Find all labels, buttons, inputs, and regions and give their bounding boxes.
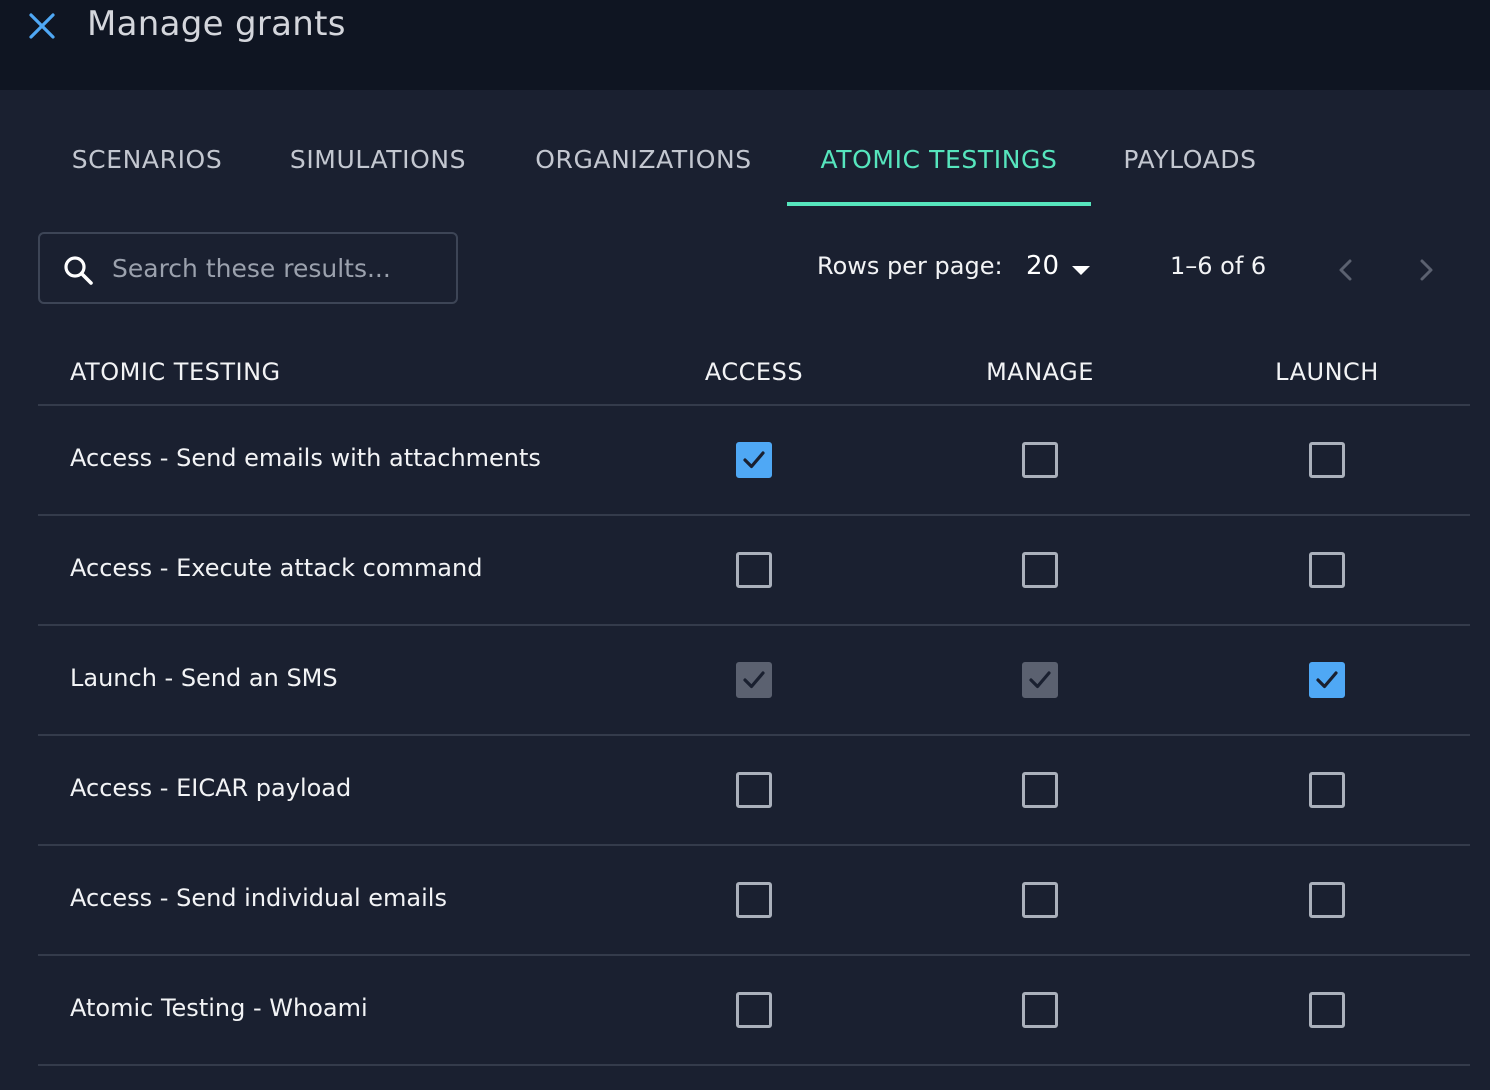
access-checkbox	[736, 662, 772, 698]
table-row: Atomic Testing - Whoami	[38, 956, 1470, 1066]
active-tab-indicator	[787, 202, 1091, 206]
row-name: Access - Execute attack command	[70, 554, 483, 582]
close-icon	[29, 13, 55, 39]
tab-organizations[interactable]: ORGANIZATIONS	[500, 120, 787, 206]
check-icon	[1316, 671, 1338, 689]
search-input[interactable]	[112, 248, 442, 288]
launch-checkbox[interactable]	[1309, 442, 1345, 478]
rows-per-page-value: 20	[1026, 251, 1060, 281]
dialog-title: Manage grants	[87, 4, 346, 44]
column-header-manage: MANAGE	[986, 358, 1094, 386]
access-checkbox[interactable]	[736, 552, 772, 588]
access-checkbox[interactable]	[736, 442, 772, 478]
manage-checkbox[interactable]	[1022, 772, 1058, 808]
tab-bar: SCENARIOS SIMULATIONS ORGANIZATIONS ATOM…	[38, 120, 1338, 206]
rows-per-page-select[interactable]: 20	[1022, 245, 1098, 291]
dialog-header: Manage grants	[0, 0, 1490, 90]
column-header-launch: LAUNCH	[1275, 358, 1379, 386]
search-field[interactable]	[38, 232, 458, 304]
row-name: Access - Send emails with attachments	[70, 444, 541, 472]
manage-checkbox[interactable]	[1022, 552, 1058, 588]
manage-checkbox	[1022, 662, 1058, 698]
check-icon	[743, 671, 765, 689]
launch-checkbox[interactable]	[1309, 662, 1345, 698]
close-button[interactable]	[26, 10, 58, 42]
column-header-atomic-testing: ATOMIC TESTING	[70, 358, 281, 386]
tab-atomic-testings[interactable]: ATOMIC TESTINGS	[787, 120, 1091, 206]
table-row: Access - Send emails with attachments	[38, 406, 1470, 516]
tab-scenarios[interactable]: SCENARIOS	[38, 120, 256, 206]
launch-checkbox[interactable]	[1309, 882, 1345, 918]
caret-down-icon	[1072, 266, 1090, 275]
next-page-button[interactable]	[1408, 252, 1444, 288]
access-checkbox[interactable]	[736, 882, 772, 918]
check-icon	[743, 451, 765, 469]
launch-checkbox[interactable]	[1309, 552, 1345, 588]
table-header: ATOMIC TESTING ACCESS MANAGE LAUNCH	[38, 340, 1470, 406]
tab-payloads[interactable]: PAYLOADS	[1091, 120, 1289, 206]
table-row: Access - Execute attack command	[38, 516, 1470, 626]
row-name: Launch - Send an SMS	[70, 664, 338, 692]
pagination-range: 1–6 of 6	[1170, 252, 1267, 280]
row-name: Access - Send individual emails	[70, 884, 447, 912]
access-checkbox[interactable]	[736, 992, 772, 1028]
launch-checkbox[interactable]	[1309, 772, 1345, 808]
row-name: Access - EICAR payload	[70, 774, 352, 802]
launch-checkbox[interactable]	[1309, 992, 1345, 1028]
chevron-right-icon	[1420, 259, 1433, 281]
check-icon	[1029, 671, 1051, 689]
table-row: Access - Send individual emails	[38, 846, 1470, 956]
manage-checkbox[interactable]	[1022, 442, 1058, 478]
table-row: Launch - Send an SMS	[38, 626, 1470, 736]
previous-page-button[interactable]	[1328, 252, 1364, 288]
tab-simulations[interactable]: SIMULATIONS	[256, 120, 500, 206]
column-header-access: ACCESS	[704, 358, 804, 386]
rows-per-page-label: Rows per page:	[817, 252, 1003, 280]
manage-checkbox[interactable]	[1022, 882, 1058, 918]
row-name: Atomic Testing - Whoami	[70, 994, 368, 1022]
access-checkbox[interactable]	[736, 772, 772, 808]
chevron-left-icon	[1339, 259, 1352, 281]
search-icon	[64, 256, 93, 285]
table-row: Access - EICAR payload	[38, 736, 1470, 846]
manage-checkbox[interactable]	[1022, 992, 1058, 1028]
